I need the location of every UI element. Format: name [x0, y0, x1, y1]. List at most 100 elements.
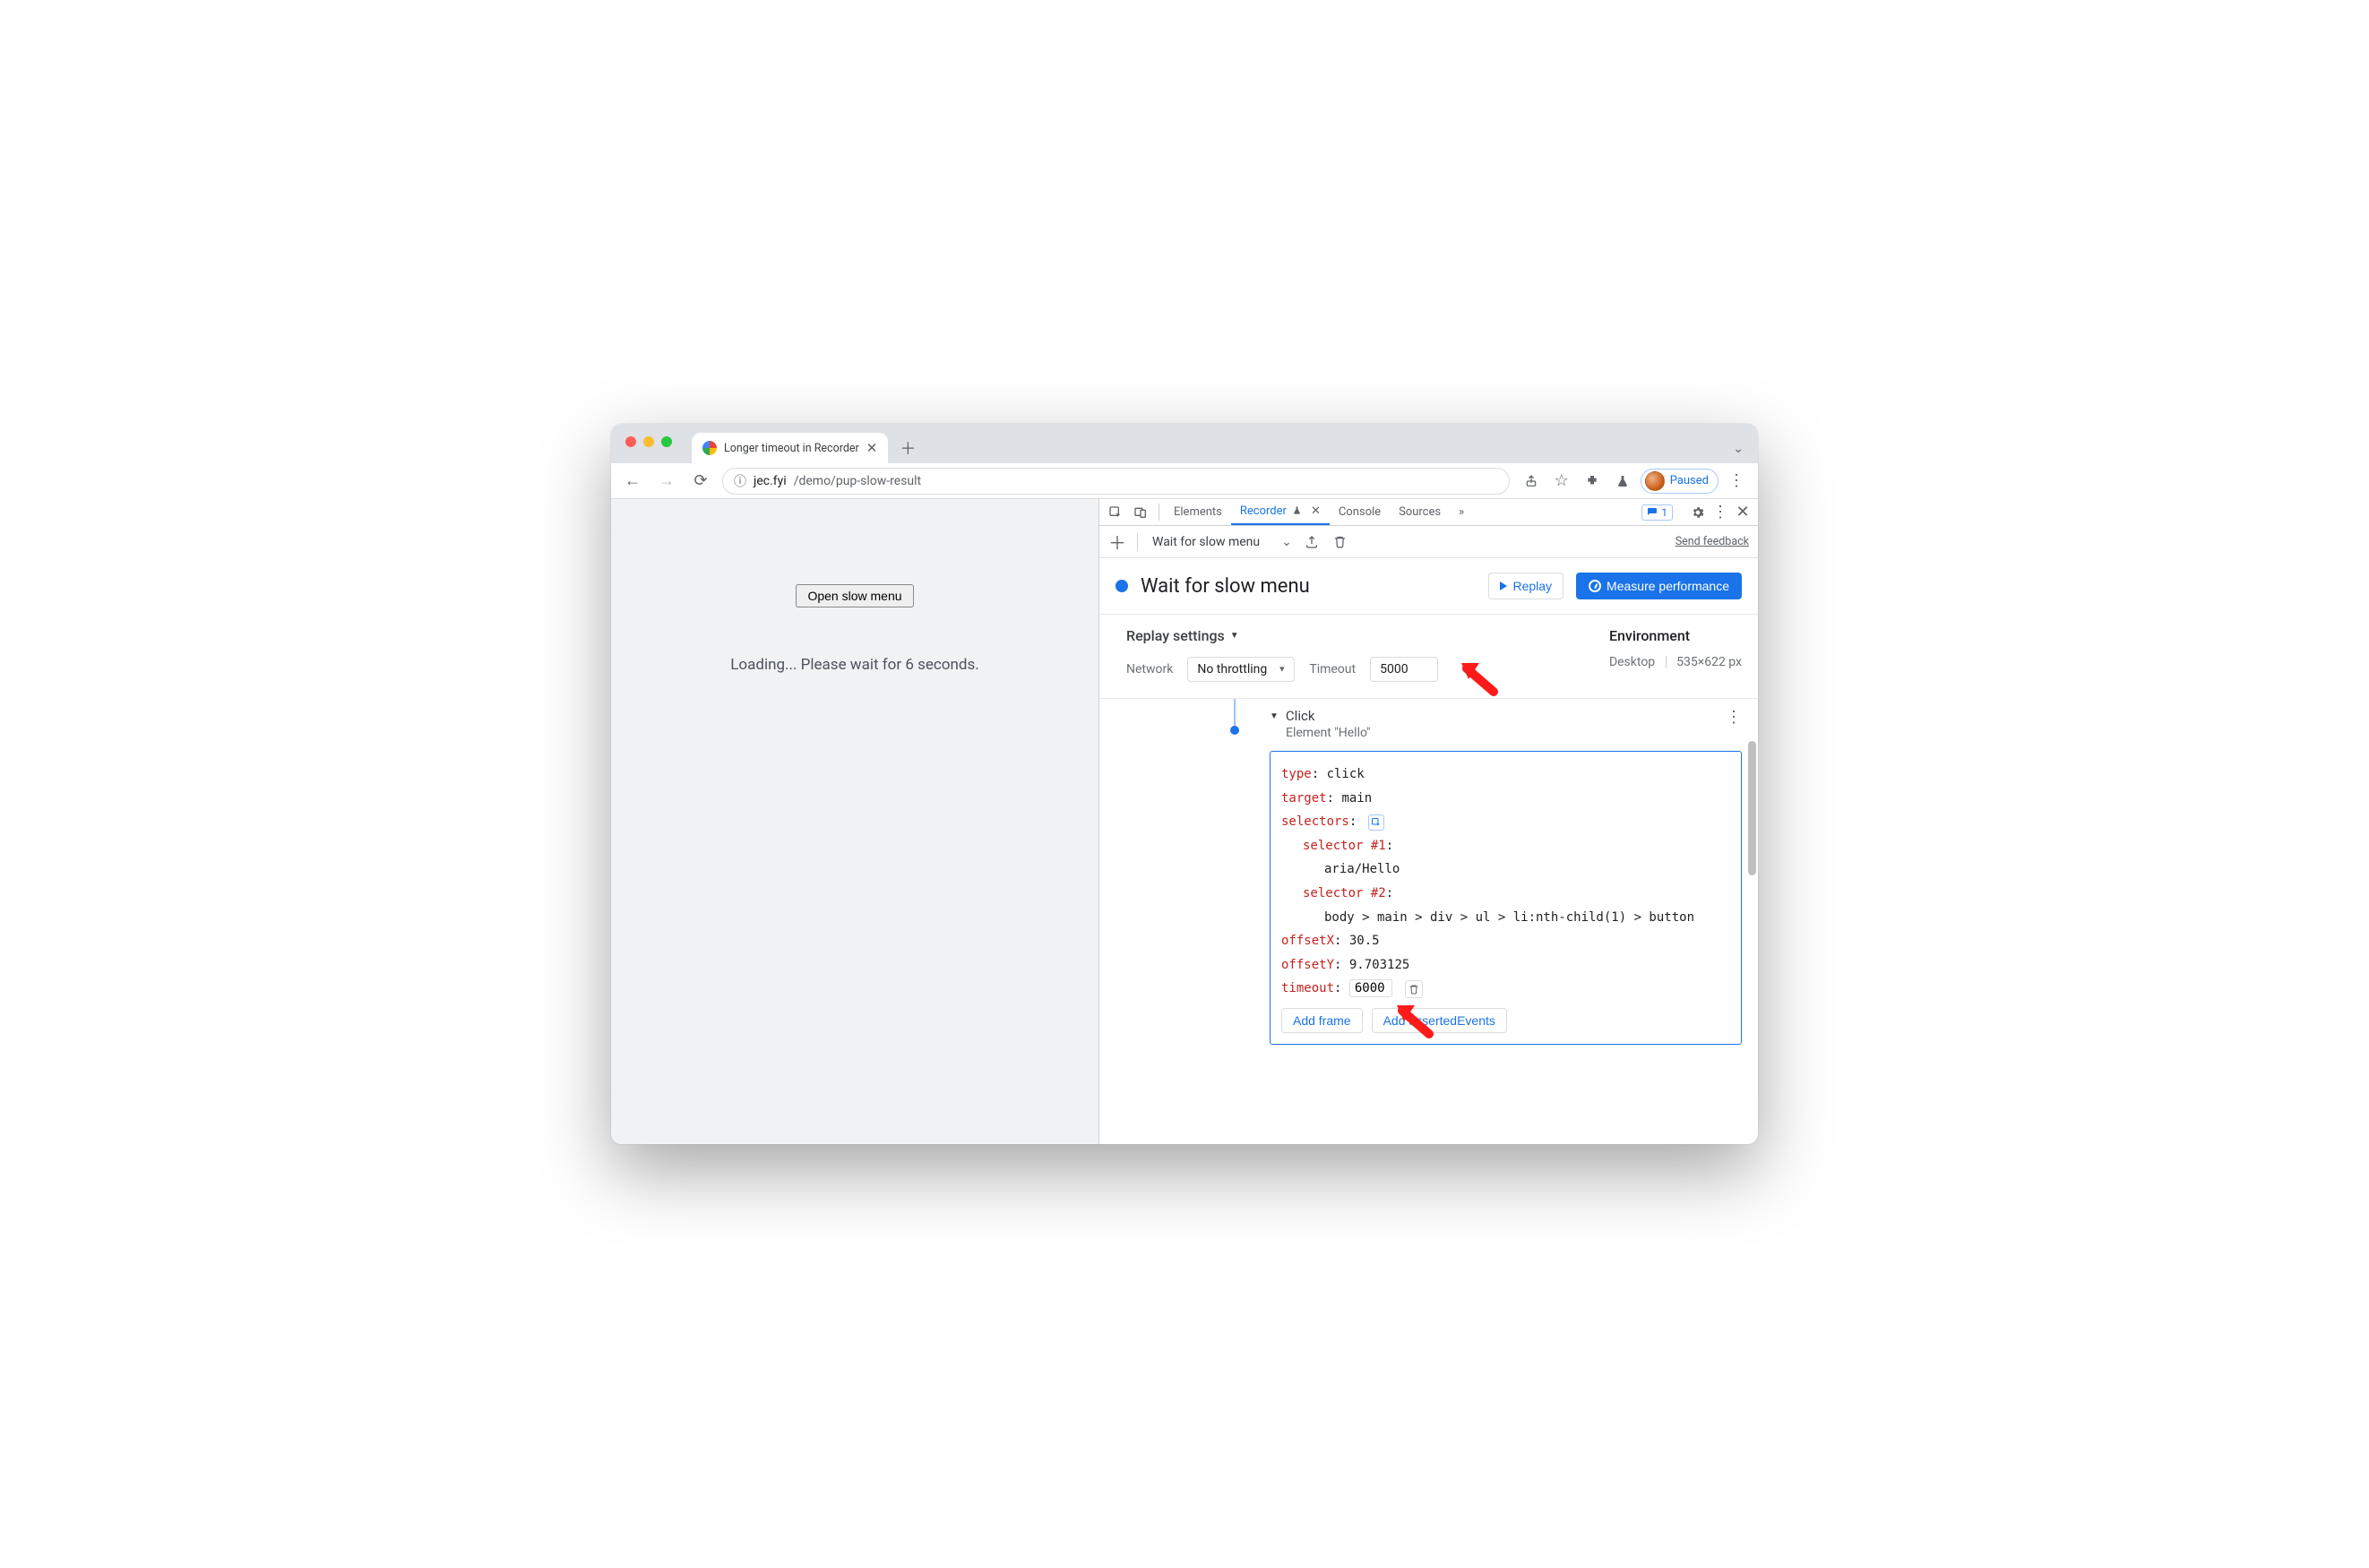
devtools-menu-icon[interactable]: ⋮ [1711, 500, 1729, 525]
replay-settings-title[interactable]: Replay settings ▼ [1126, 627, 1609, 644]
step-header[interactable]: ▼ Click [1270, 708, 1742, 724]
network-throttling-select[interactable]: No throttling [1187, 657, 1295, 682]
new-recording-button[interactable]: ＋ [1108, 529, 1126, 555]
reload-button[interactable]: ⟳ [688, 469, 713, 494]
environment-viewport: 535×622 px [1676, 655, 1742, 669]
export-icon[interactable] [1303, 530, 1321, 555]
devtools-panel: Elements Recorder ✕ Console Sources » 1 [1099, 499, 1758, 1144]
prop-key-sel2: selector #2 [1303, 886, 1386, 900]
step-title: Click [1286, 708, 1315, 724]
collapse-icon: ▼ [1230, 631, 1239, 641]
recording-name: Wait for slow menu [1152, 535, 1260, 549]
step-timeout-input[interactable] [1349, 979, 1392, 997]
selector-picker-button[interactable] [1368, 814, 1384, 831]
prop-val-type[interactable]: click [1327, 767, 1365, 781]
tabs-overflow-icon[interactable]: » [1450, 499, 1473, 525]
tab-console[interactable]: Console [1330, 499, 1390, 525]
add-asserted-events-button[interactable]: Add assertedEvents [1372, 1008, 1507, 1033]
inspect-element-icon[interactable] [1099, 499, 1128, 525]
prop-key-target: target [1281, 791, 1327, 806]
maximize-window-icon[interactable] [661, 436, 672, 447]
new-tab-button[interactable]: ＋ [895, 435, 920, 461]
open-slow-menu-button[interactable]: Open slow menu [796, 584, 913, 607]
close-tab-icon[interactable]: ✕ [866, 440, 878, 456]
device-mode-icon[interactable] [1128, 499, 1153, 525]
add-frame-button[interactable]: Add frame [1281, 1008, 1363, 1033]
bookmark-icon[interactable]: ☆ [1549, 469, 1574, 494]
recording-indicator-icon [1116, 580, 1128, 592]
delete-recording-icon[interactable] [1331, 530, 1349, 555]
close-devtools-icon[interactable]: ✕ [1733, 500, 1753, 525]
recorder-toolbar: ＋ Wait for slow menu ⌄ Send feedback [1099, 526, 1758, 558]
browser-window: Longer timeout in Recorder ✕ ＋ ⌄ ← → ⟳ ⓘ… [611, 424, 1758, 1144]
share-icon[interactable] [1519, 469, 1544, 494]
prop-val-sel1[interactable]: aria/Hello [1324, 862, 1400, 876]
gauge-icon [1589, 580, 1601, 592]
play-icon [1500, 582, 1507, 590]
tab-elements[interactable]: Elements [1165, 499, 1231, 525]
recording-dropdown-icon[interactable]: ⌄ [1281, 535, 1292, 549]
prop-val-offsety[interactable]: 9.703125 [1349, 958, 1409, 972]
issues-count: 1 [1661, 506, 1667, 519]
prop-key-selectors: selectors [1281, 814, 1349, 829]
step-click: ▼ Click Element "Hello" ⋮ type: click ta… [1270, 708, 1742, 1045]
environment-title: Environment [1609, 627, 1742, 644]
prop-key-offsetx: offsetX [1281, 934, 1334, 948]
replay-button[interactable]: Replay [1488, 573, 1564, 599]
prop-key-type: type [1281, 767, 1312, 781]
close-window-icon[interactable] [625, 436, 636, 447]
scrollbar-thumb[interactable] [1748, 741, 1756, 875]
window-controls [625, 436, 672, 447]
back-button[interactable]: ← [620, 469, 645, 494]
prop-key-offsety: offsetY [1281, 958, 1334, 972]
steps-area: ▼ Click Element "Hello" ⋮ type: click ta… [1099, 699, 1758, 1144]
loading-text: Loading... Please wait for 6 seconds. [730, 656, 978, 674]
prop-key-timeout: timeout [1281, 981, 1334, 995]
profile-label: Paused [1670, 474, 1709, 487]
step-subtitle: Element "Hello" [1286, 726, 1742, 740]
minimize-window-icon[interactable] [643, 436, 654, 447]
avatar [1645, 471, 1665, 491]
prop-key-sel1: selector #1 [1303, 839, 1386, 853]
chrome-menu-icon[interactable]: ⋮ [1724, 469, 1749, 494]
send-feedback-link[interactable]: Send feedback [1676, 535, 1749, 548]
site-info-icon[interactable]: ⓘ [734, 472, 746, 490]
prop-val-target[interactable]: main [1341, 791, 1372, 806]
tabs-overflow-icon[interactable]: ⌄ [1733, 442, 1744, 456]
beaker-icon [1292, 505, 1302, 518]
prop-val-offsetx[interactable]: 30.5 [1349, 934, 1380, 948]
environment-device: Desktop [1609, 655, 1655, 669]
expand-icon: ▼ [1270, 711, 1279, 721]
devtools-tabbar: Elements Recorder ✕ Console Sources » 1 [1099, 499, 1758, 526]
tab-sources[interactable]: Sources [1390, 499, 1450, 525]
favicon-icon [702, 441, 717, 455]
measure-performance-button[interactable]: Measure performance [1576, 573, 1742, 599]
content-area: Open slow menu Loading... Please wait fo… [611, 499, 1758, 1144]
step-detail-panel: type: click target: main selectors: sele… [1270, 751, 1742, 1045]
timeout-label: Timeout [1309, 662, 1356, 676]
close-panel-icon[interactable]: ✕ [1311, 504, 1321, 518]
url-path: /demo/pup-slow-result [794, 474, 921, 488]
recorder-header: Wait for slow menu Replay Measure perfor… [1099, 558, 1758, 615]
extensions-icon[interactable] [1580, 469, 1605, 494]
chrome-tabstrip: Longer timeout in Recorder ✕ ＋ ⌄ [611, 424, 1758, 463]
forward-button: → [654, 469, 679, 494]
settings-icon[interactable] [1688, 503, 1708, 522]
step-menu-icon[interactable]: ⋮ [1726, 708, 1742, 727]
network-label: Network [1126, 662, 1173, 676]
address-bar[interactable]: ⓘ jec.fyi/demo/pup-slow-result [722, 468, 1510, 495]
prop-val-sel2[interactable]: body > main > div > ul > li:nth-child(1)… [1324, 910, 1694, 925]
browser-tab[interactable]: Longer timeout in Recorder ✕ [692, 433, 888, 463]
timeline-line [1234, 699, 1236, 728]
issues-chip[interactable]: 1 [1641, 504, 1673, 521]
browser-toolbar: ← → ⟳ ⓘ jec.fyi/demo/pup-slow-result ☆ P… [611, 463, 1758, 499]
scrollbar[interactable] [1745, 633, 1758, 902]
experiments-icon[interactable] [1610, 469, 1635, 494]
tab-recorder[interactable]: Recorder ✕ [1231, 499, 1330, 525]
delete-timeout-icon[interactable] [1405, 980, 1423, 998]
timeout-input[interactable]: 5000 [1370, 657, 1438, 682]
url-host: jec.fyi [754, 474, 787, 488]
profile-chip[interactable]: Paused [1641, 469, 1719, 494]
timeline-dot-icon [1230, 726, 1239, 735]
page-viewport: Open slow menu Loading... Please wait fo… [611, 499, 1099, 1144]
